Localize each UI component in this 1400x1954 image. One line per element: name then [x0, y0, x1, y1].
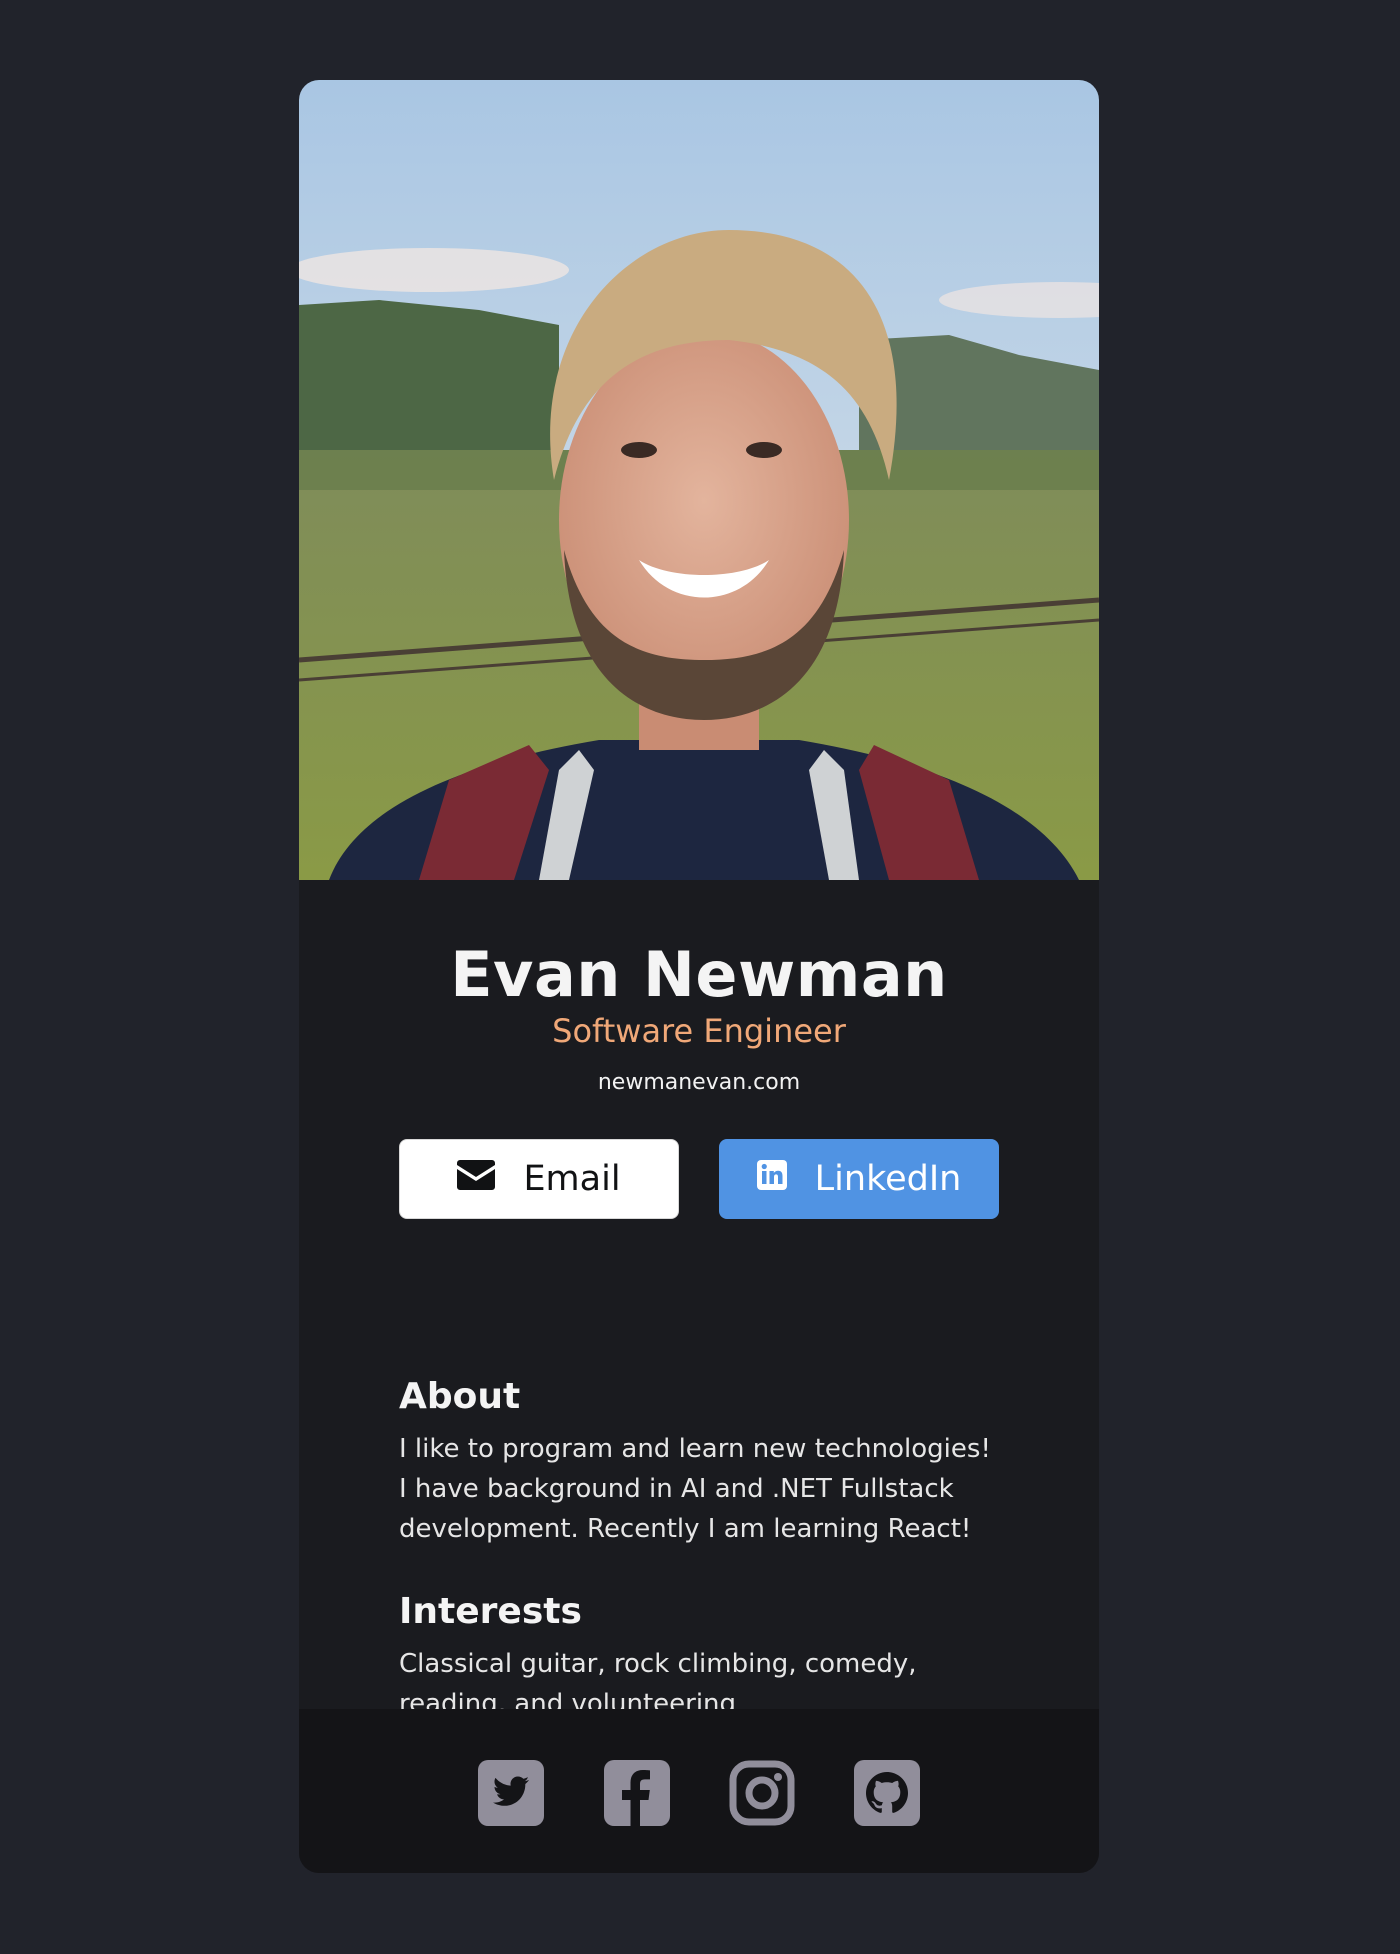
profile-card: Evan Newman Software Engineer newmanevan…	[299, 80, 1099, 1873]
github-icon[interactable]	[854, 1760, 920, 1826]
interests-heading: Interests	[399, 1591, 582, 1632]
facebook-icon[interactable]	[604, 1760, 670, 1826]
email-button-label: Email	[523, 1159, 621, 1199]
website-link[interactable]: newmanevan.com	[299, 1070, 1099, 1095]
linkedin-icon	[756, 1159, 787, 1199]
linkedin-button[interactable]: LinkedIn	[719, 1139, 999, 1219]
envelope-icon	[457, 1159, 496, 1199]
about-heading: About	[399, 1376, 521, 1417]
interests-section: Interests Classical guitar, rock climbin…	[399, 1590, 999, 1724]
instagram-icon[interactable]	[729, 1760, 795, 1826]
about-section: About I like to program and learn new te…	[399, 1375, 999, 1549]
email-button[interactable]: Email	[399, 1139, 679, 1219]
social-footer	[299, 1709, 1099, 1873]
twitter-icon[interactable]	[478, 1760, 544, 1826]
profile-photo	[299, 80, 1099, 880]
profile-title: Software Engineer	[552, 1012, 846, 1050]
linkedin-button-label: LinkedIn	[814, 1159, 962, 1199]
profile-name: Evan Newman	[450, 938, 948, 1011]
about-text: I like to program and learn new technolo…	[399, 1434, 991, 1544]
